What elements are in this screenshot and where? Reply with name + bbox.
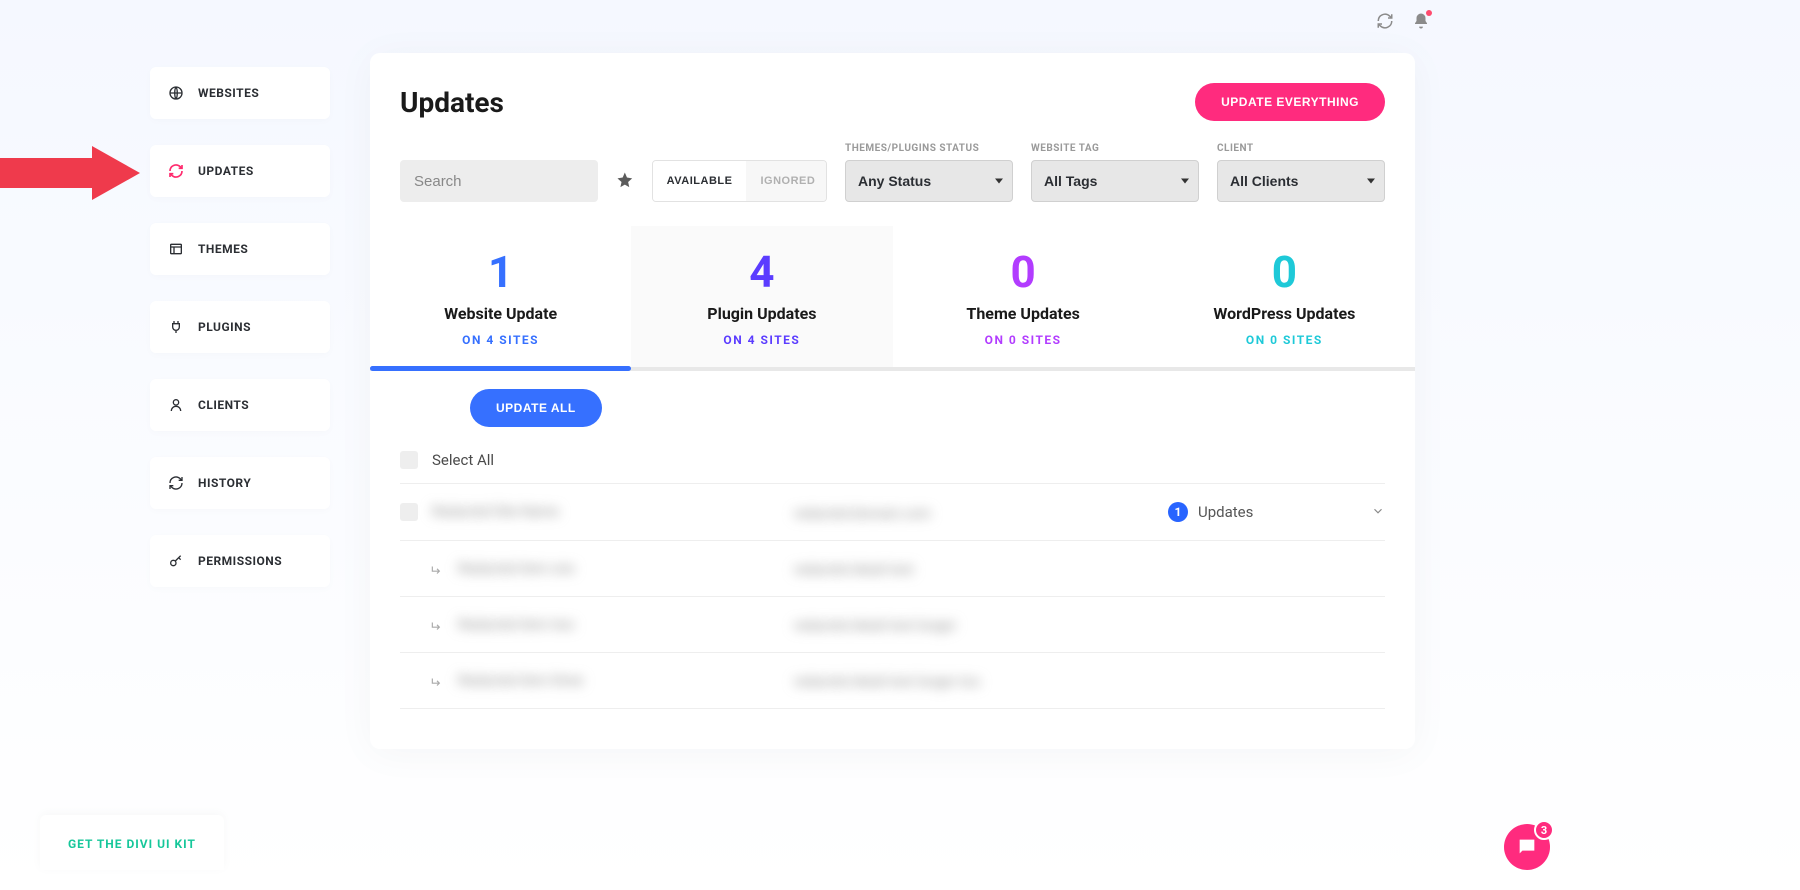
sidebar-label: PERMISSIONS (198, 554, 282, 568)
sidebar-label: HISTORY (198, 476, 251, 490)
stat-title: Plugin Updates (641, 304, 882, 323)
star-icon[interactable] (616, 171, 634, 189)
availability-toggle: AVAILABLE IGNORED (652, 160, 827, 202)
active-stat-indicator (370, 366, 631, 371)
chat-icon (1516, 836, 1538, 858)
filters-row: AVAILABLE IGNORED THEMES/PLUGINS STATUS … (370, 143, 1415, 226)
stat-sub: ON 0 SITES (1164, 333, 1405, 347)
main-header: Updates UPDATE EVERYTHING (370, 83, 1415, 143)
stat-number: 1 (380, 250, 621, 294)
filter-label: CLIENT (1217, 143, 1385, 154)
stat-title: Website Update (380, 304, 621, 323)
promo-text: GET THE DIVI UI KIT (68, 837, 196, 851)
item-detail: redacted detail text longer too (794, 674, 980, 690)
notification-dot (1426, 10, 1432, 16)
list-row-child[interactable]: Redacted item two redacted detail text l… (400, 597, 1385, 653)
update-all-row: UPDATE ALL (370, 371, 1415, 437)
stat-number: 0 (1164, 250, 1405, 294)
notifications-icon[interactable] (1412, 12, 1430, 30)
status-select[interactable]: Any Status (845, 160, 1013, 202)
site-name: Redacted Site Name (432, 504, 559, 520)
list-row-parent[interactable]: Redacted Site Name redacted-domain.com 1… (400, 484, 1385, 541)
sidebar-item-history[interactable]: HISTORY (150, 457, 330, 509)
stats-row: 1 Website Update ON 4 SITES 4 Plugin Upd… (370, 226, 1415, 371)
key-icon (168, 553, 184, 569)
sidebar-label: THEMES (198, 242, 248, 256)
chevron-down-icon[interactable] (1371, 503, 1385, 522)
sidebar-label: UPDATES (198, 164, 254, 178)
updates-list: Select All Redacted Site Name redacted-d… (370, 437, 1415, 709)
globe-icon (168, 85, 184, 101)
filter-client: CLIENT All Clients (1217, 143, 1385, 202)
chat-count-badge: 3 (1534, 820, 1554, 840)
updates-label: Updates (1198, 503, 1253, 521)
sidebar-item-themes[interactable]: THEMES (150, 223, 330, 275)
stat-number: 0 (903, 250, 1144, 294)
sidebar-label: WEBSITES (198, 86, 259, 100)
select-all-checkbox[interactable] (400, 451, 418, 469)
stat-website-updates[interactable]: 1 Website Update ON 4 SITES (370, 226, 631, 367)
refresh-icon (168, 163, 184, 179)
stat-number: 4 (641, 250, 882, 294)
header-icons (1376, 12, 1430, 30)
select-all-row: Select All (400, 437, 1385, 484)
item-name: Redacted item two (458, 617, 575, 633)
toggle-available-button[interactable]: AVAILABLE (653, 161, 747, 201)
row-checkbox[interactable] (400, 503, 418, 521)
site-domain: redacted-domain.com (794, 506, 931, 522)
sidebar-item-permissions[interactable]: PERMISSIONS (150, 535, 330, 587)
list-row-child[interactable]: Redacted item one redacted detail text (400, 541, 1385, 597)
client-select[interactable]: All Clients (1217, 160, 1385, 202)
item-detail: redacted detail text longer (794, 618, 956, 634)
pointer-arrow-icon (0, 146, 140, 200)
tag-select[interactable]: All Tags (1031, 160, 1199, 202)
select-all-label: Select All (432, 451, 494, 469)
updates-count-badge: 1 (1168, 502, 1188, 522)
toggle-ignored-button[interactable]: IGNORED (746, 161, 827, 201)
plug-icon (168, 319, 184, 335)
update-all-button[interactable]: UPDATE ALL (470, 389, 602, 427)
sub-arrow-icon (430, 618, 444, 632)
sub-arrow-icon (430, 674, 444, 688)
history-icon (168, 475, 184, 491)
main-panel: Updates UPDATE EVERYTHING AVAILABLE IGNO… (370, 53, 1415, 749)
item-name: Redacted item one (458, 561, 575, 577)
stat-wordpress-updates[interactable]: 0 WordPress Updates ON 0 SITES (1154, 226, 1415, 367)
filter-label: THEMES/PLUGINS STATUS (845, 143, 1013, 154)
filter-tag: WEBSITE TAG All Tags (1031, 143, 1199, 202)
chat-widget[interactable]: 3 (1504, 824, 1550, 870)
stat-plugin-updates[interactable]: 4 Plugin Updates ON 4 SITES (631, 226, 892, 367)
stat-title: WordPress Updates (1164, 304, 1405, 323)
filter-status: THEMES/PLUGINS STATUS Any Status (845, 143, 1013, 202)
stat-sub: ON 4 SITES (380, 333, 621, 347)
sidebar-item-websites[interactable]: WEBSITES (150, 67, 330, 119)
stat-sub: ON 4 SITES (641, 333, 882, 347)
item-detail: redacted detail text (794, 562, 914, 578)
search-input[interactable] (400, 160, 598, 202)
promo-banner[interactable]: GET THE DIVI UI KIT (40, 815, 224, 870)
refresh-icon[interactable] (1376, 12, 1394, 30)
stat-title: Theme Updates (903, 304, 1144, 323)
user-icon (168, 397, 184, 413)
sidebar-label: CLIENTS (198, 398, 249, 412)
sidebar: WEBSITES UPDATES THEMES PLUGINS CLIENTS … (150, 67, 330, 587)
list-row-child[interactable]: Redacted item three redacted detail text… (400, 653, 1385, 709)
page-title: Updates (400, 86, 504, 119)
update-everything-button[interactable]: UPDATE EVERYTHING (1195, 83, 1385, 121)
filter-label: WEBSITE TAG (1031, 143, 1199, 154)
sidebar-item-plugins[interactable]: PLUGINS (150, 301, 330, 353)
item-name: Redacted item three (458, 673, 583, 689)
sidebar-item-clients[interactable]: CLIENTS (150, 379, 330, 431)
layout-icon (168, 241, 184, 257)
sidebar-label: PLUGINS (198, 320, 251, 334)
stat-sub: ON 0 SITES (903, 333, 1144, 347)
stat-theme-updates[interactable]: 0 Theme Updates ON 0 SITES (893, 226, 1154, 367)
sidebar-item-updates[interactable]: UPDATES (150, 145, 330, 197)
sub-arrow-icon (430, 562, 444, 576)
